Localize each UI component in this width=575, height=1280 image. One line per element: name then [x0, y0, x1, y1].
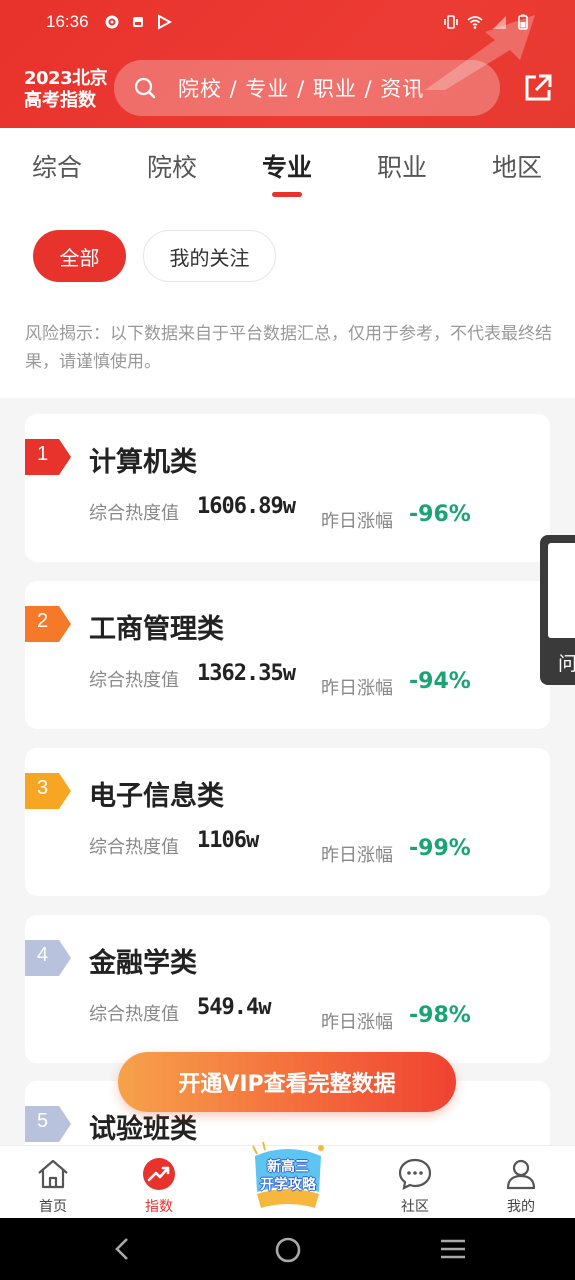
nav-community-label: 社区 [401, 1199, 429, 1215]
play-store-icon [158, 14, 172, 30]
vip-upgrade-button[interactable]: 开通VIP查看完整数据 [118, 1052, 456, 1112]
nav-index[interactable]: 指数 [124, 1156, 194, 1216]
filter-following-chip[interactable]: 我的关注 [143, 230, 276, 282]
signal-icon [493, 16, 506, 29]
promo-text: 新高三 开学攻略 [245, 1158, 331, 1194]
settings-gear-icon [105, 15, 119, 29]
nav-community[interactable]: 社区 [380, 1156, 450, 1216]
major-name: 工商管理类 [89, 614, 224, 645]
nav-mine-label: 我的 [507, 1199, 535, 1215]
share-external-icon[interactable] [522, 72, 554, 104]
sim-card-icon [133, 17, 143, 27]
home-circle-icon[interactable] [274, 1236, 302, 1264]
promo-line1: 新高三 [267, 1159, 309, 1175]
status-time: 16:36 [46, 12, 89, 31]
floating-side-widget[interactable]: 问 [540, 535, 575, 685]
nav-index-label: 指数 [145, 1199, 173, 1215]
hot-label: 综合热度值 [89, 503, 179, 524]
tab-schools[interactable]: 院校 [147, 148, 197, 184]
hot-label: 综合热度值 [89, 837, 179, 858]
rank-number: 2 [37, 610, 49, 632]
hot-label: 综合热度值 [89, 1004, 179, 1025]
chat-bubble-icon [398, 1158, 432, 1190]
tab-majors[interactable]: 专业 [262, 148, 312, 184]
logo-line2: 高考指数 [24, 90, 96, 111]
hot-label: 综合热度值 [89, 670, 179, 691]
hot-value: 1106w [197, 828, 259, 853]
promo-badge[interactable]: 新高三 开学攻略 [245, 1136, 331, 1212]
rank-number: 3 [37, 777, 49, 799]
wifi-icon [467, 16, 483, 29]
change-label: 昨日涨幅 [321, 511, 393, 532]
search-placeholder: 院校 / 专业 / 职业 / 资讯 [178, 77, 425, 101]
tab-regions[interactable]: 地区 [492, 148, 542, 184]
change-label: 昨日涨幅 [321, 678, 393, 699]
rank-number: 5 [37, 1110, 49, 1132]
nav-home[interactable]: 首页 [18, 1156, 88, 1216]
list-item[interactable]: 4 金融学类 综合热度值 549.4w 昨日涨幅 -98% [25, 915, 550, 1063]
search-bar[interactable]: 院校 / 专业 / 职业 / 资讯 [114, 60, 500, 116]
change-label: 昨日涨幅 [321, 1012, 393, 1033]
system-nav-bar [0, 1218, 575, 1280]
major-name: 金融学类 [89, 948, 197, 979]
user-profile-icon [506, 1159, 536, 1190]
recent-apps-icon[interactable] [439, 1236, 467, 1262]
nav-home-label: 首页 [39, 1199, 67, 1215]
hot-value: 1606.89w [197, 494, 296, 519]
logo-line1: 2023北京 [24, 68, 108, 89]
change-value: -99% [409, 836, 471, 861]
status-bar: 16:36 [0, 0, 575, 46]
trend-index-icon [143, 1158, 175, 1190]
major-name: 计算机类 [89, 447, 197, 478]
widget-thumbnail [548, 543, 575, 638]
change-value: -94% [409, 669, 471, 694]
battery-icon [518, 14, 528, 30]
home-icon [38, 1159, 68, 1189]
rank-number: 1 [37, 443, 49, 465]
app-header: 16:36 2023北京 高考指数 院校 / 专业 / 职业 / 资讯 [0, 0, 575, 128]
active-tab-indicator [272, 192, 302, 197]
filter-all-chip[interactable]: 全部 [33, 230, 126, 282]
filter-section: 全部 我的关注 风险揭示：以下数据来自于平台数据汇总，仅用于参考，不代表最终结果… [0, 198, 575, 398]
back-icon[interactable] [112, 1236, 132, 1262]
major-name: 电子信息类 [89, 781, 224, 812]
major-name: 试验班类 [89, 1114, 197, 1145]
widget-label: 问 [558, 653, 575, 675]
nav-mine[interactable]: 我的 [486, 1156, 556, 1216]
change-label: 昨日涨幅 [321, 845, 393, 866]
category-tabs: 综合 院校 专业 职业 地区 [0, 128, 575, 198]
hot-value: 549.4w [197, 995, 271, 1020]
search-icon [134, 77, 156, 99]
list-item[interactable]: 1 计算机类 综合热度值 1606.89w 昨日涨幅 -96% [25, 414, 550, 562]
rank-number: 4 [37, 944, 49, 966]
tab-careers[interactable]: 职业 [377, 148, 427, 184]
vibrate-icon [444, 15, 458, 29]
promo-line2: 开学攻略 [260, 1177, 316, 1193]
change-value: -98% [409, 1003, 471, 1028]
list-item[interactable]: 2 工商管理类 综合热度值 1362.35w 昨日涨幅 -94% [25, 581, 550, 729]
risk-notice: 风险揭示：以下数据来自于平台数据汇总，仅用于参考，不代表最终结果，请谨慎使用。 [25, 324, 552, 372]
change-value: -96% [409, 502, 471, 527]
tab-overall[interactable]: 综合 [32, 148, 82, 184]
app-logo: 2023北京 高考指数 [24, 68, 108, 112]
list-item[interactable]: 3 电子信息类 综合热度值 1106w 昨日涨幅 -99% [25, 748, 550, 896]
hot-value: 1362.35w [197, 661, 296, 686]
